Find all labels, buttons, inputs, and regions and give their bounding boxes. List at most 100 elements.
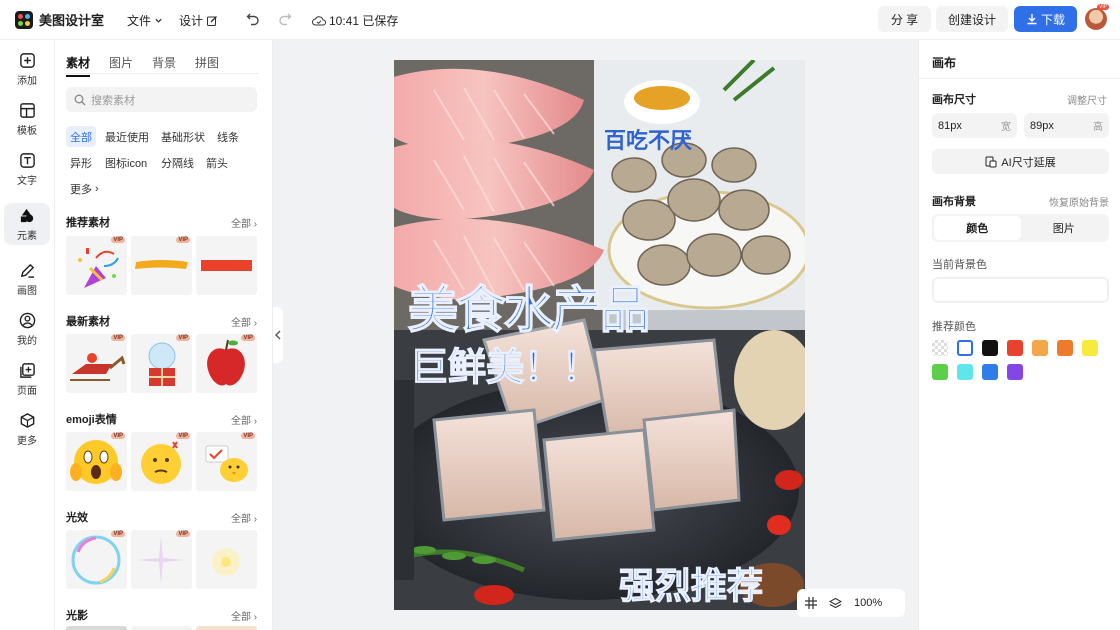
section-all-link[interactable]: 全部 › [231,510,257,525]
material-thumb-glow[interactable] [196,530,257,589]
poster-headline-2[interactable]: 巨鲜美！！ [409,336,600,391]
material-thumb-sleigh[interactable]: VIP [66,334,127,393]
section-all-link[interactable]: 全部 › [231,608,257,623]
chip-recent[interactable]: 最近使用 [101,126,153,147]
chip-icons[interactable]: 图标icon [101,152,151,173]
width-field[interactable]: 81px 宽 [932,113,1017,138]
app-logo[interactable]: 美图设计室 [15,10,104,29]
file-menu[interactable]: 文件 [127,12,163,29]
material-thumb-brush-stroke[interactable]: VIP [131,236,192,295]
material-thumb-apple[interactable]: VIP [196,334,257,393]
material-thumb-chick-emoji[interactable]: VIP [196,432,257,491]
chip-more[interactable]: 更多 › [66,178,103,199]
section-title: 光效 [66,512,88,524]
swatch[interactable] [957,364,973,380]
swatch[interactable] [982,340,998,356]
current-color-field[interactable] [932,277,1109,303]
properties-panel: 画布 画布尺寸 调整尺寸 81px 宽 89px 高 AI尺寸延展 画布背景 恢… [918,40,1120,630]
plus-square-icon [19,52,35,68]
section-all-link[interactable]: 全部 › [231,412,257,427]
chip-lines[interactable]: 线条 [213,126,243,147]
width-value: 81px [938,119,962,132]
swatch[interactable] [1007,340,1023,356]
rail-item-elements[interactable]: 元素 [4,203,50,245]
rail-label: 更多 [17,435,37,447]
restore-bg-link[interactable]: 恢复原始背景 [1049,194,1109,209]
collapse-panel-button[interactable] [273,307,283,363]
edit-icon [207,15,217,26]
poster-bottom-text[interactable]: 强烈推荐 [618,557,763,609]
material-thumb-shadow[interactable] [196,626,257,630]
top-bar: 美图设计室 文件 设计 10:41 已保存 分 享 创建设计 下载 VIP [0,0,1120,40]
ai-extend-button[interactable]: AI尺寸延展 [932,149,1109,174]
swatch[interactable] [1082,340,1098,356]
glow-icon [212,548,240,576]
poster-tagline[interactable]: 百吃不厌 [604,123,692,155]
text-icon [19,152,35,168]
material-thumb-shadow[interactable] [66,626,127,630]
create-design-button[interactable]: 创建设计 [936,6,1008,32]
download-button[interactable]: 下载 [1014,6,1077,32]
rail-item-draw[interactable]: 画图 [4,258,50,300]
material-thumb-scared-emoji[interactable]: VIP [66,432,127,491]
material-thumb-snow-globe[interactable]: VIP [131,334,192,393]
poster-canvas[interactable]: 百吃不厌 美食水产品 巨鲜美！！ 强烈推荐 [394,60,805,610]
rail-item-template[interactable]: 模板 [4,98,50,140]
chip-irregular[interactable]: 异形 [66,152,96,173]
section-all-link[interactable]: 全部 › [231,314,257,329]
layers-icon[interactable] [829,597,842,610]
app-name: 美图设计室 [39,13,105,28]
swatch[interactable] [1032,340,1048,356]
swatch[interactable] [1007,364,1023,380]
height-field[interactable]: 89px 高 [1024,113,1109,138]
avatar[interactable] [1085,8,1107,30]
material-thumb-red-bar[interactable] [196,236,257,295]
material-thumb-thinking-emoji[interactable]: VIP [131,432,192,491]
share-button[interactable]: 分 享 [878,6,931,32]
material-thumb-shadow[interactable] [131,626,192,630]
pen-icon [20,263,34,278]
shapes-icon [20,208,33,222]
scared-face-icon [70,440,122,484]
canvas-bg-label: 画布背景 [932,196,976,208]
design-menu[interactable]: 设计 [179,12,218,29]
chevron-left-icon [275,330,281,340]
search-input[interactable]: 搜索素材 [66,87,257,112]
cube-icon [20,412,34,428]
redo-icon[interactable] [278,12,292,26]
search-placeholder: 搜索素材 [91,94,135,107]
all-label: 全部 [231,514,251,525]
swatch[interactable] [982,364,998,380]
canvas-size-label: 画布尺寸 [932,94,976,106]
grid-icon[interactable] [805,597,817,609]
seg-image[interactable]: 图片 [1021,216,1108,240]
swatch-transparent[interactable] [932,340,948,356]
swatch[interactable] [1057,340,1073,356]
rail-item-more[interactable]: 更多 [4,408,50,450]
section-all-link[interactable]: 全部 › [231,215,257,230]
swatch[interactable] [932,364,948,380]
file-menu-label: 文件 [127,14,152,28]
rail-item-pages[interactable]: 页面 [4,358,50,400]
swatch[interactable] [957,340,973,356]
chip-basic-shapes[interactable]: 基础形状 [157,126,209,147]
material-thumb-bubble[interactable]: VIP [66,530,127,589]
rail-label: 画图 [17,285,37,297]
rail-item-mine[interactable]: 我的 [4,308,50,350]
chip-arrows[interactable]: 箭头 [202,152,232,173]
seg-color[interactable]: 颜色 [934,216,1021,240]
rail-item-text[interactable]: 文字 [4,148,50,190]
material-thumb-sparkle[interactable]: VIP [131,530,192,589]
current-bg-label: 当前背景色 [932,259,987,271]
chip-all[interactable]: 全部 [66,126,96,147]
rail-item-add[interactable]: 添加 [4,48,50,90]
section-title: emoji表情 [66,414,117,426]
zoom-level[interactable]: 100% [854,597,882,609]
poster-headline-1[interactable]: 美食水产品 [407,270,651,342]
undo-icon[interactable] [246,12,260,26]
adjust-size-link[interactable]: 调整尺寸 [1067,92,1107,107]
chip-dividers[interactable]: 分隔线 [157,152,198,173]
material-thumb-party-popper[interactable]: VIP [66,236,127,295]
zoom-toolbar: 100% [797,589,905,617]
vip-badge: VIP [176,335,190,341]
